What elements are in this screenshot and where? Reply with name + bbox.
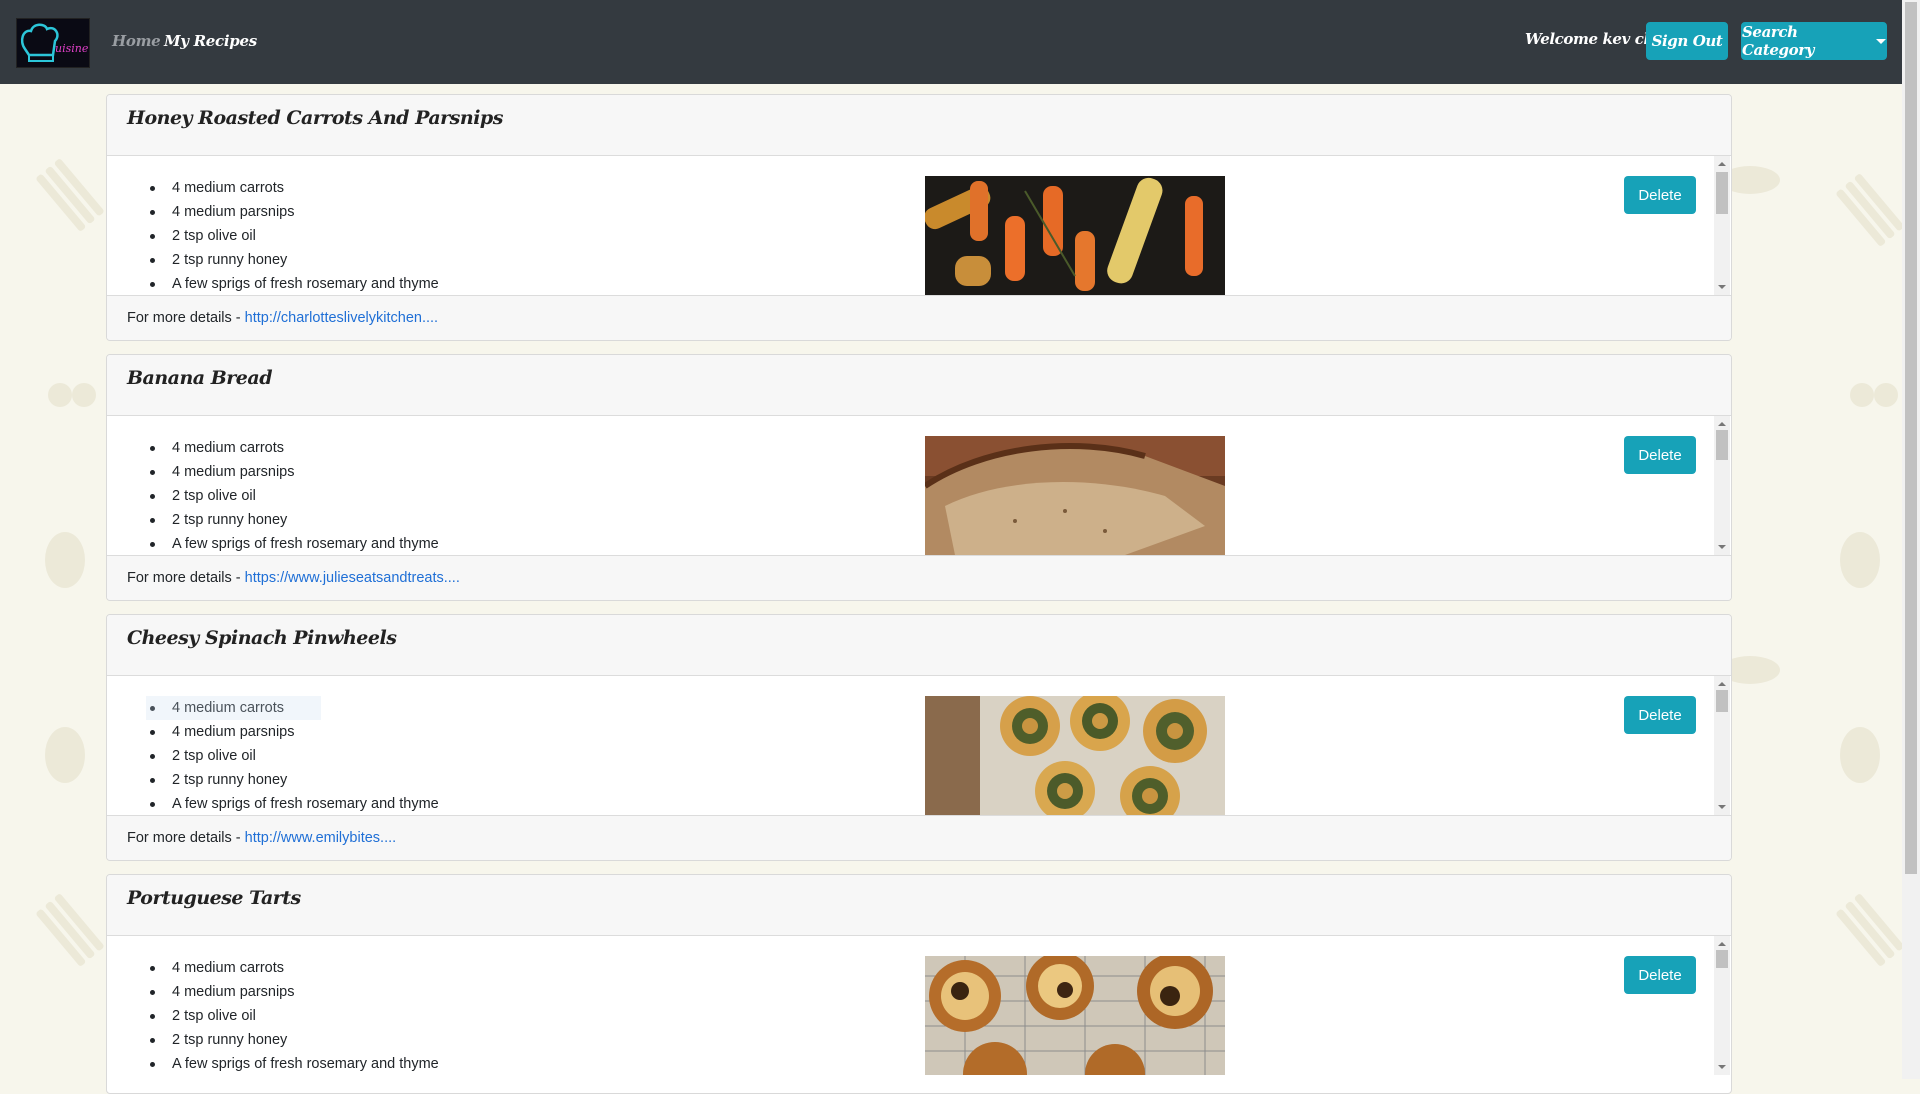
recipe-card-footer: For more details - http://www.emilybites… — [107, 815, 1731, 860]
scroll-down-icon[interactable] — [1718, 1065, 1726, 1069]
page-scroll-thumb[interactable] — [1905, 2, 1917, 874]
details-prefix: For more details - — [127, 830, 245, 846]
recipe-card-header: Banana Bread — [107, 355, 1731, 416]
ingredient-item: 2 tsp olive oil — [150, 484, 439, 508]
recipe-card: Portuguese Tarts 4 medium carrots 4 medi… — [106, 874, 1732, 1094]
recipe-card-body[interactable]: 4 medium carrots 4 medium parsnips 2 tsp… — [107, 156, 1731, 295]
scroll-up-icon[interactable] — [1718, 682, 1726, 686]
recipe-link[interactable]: https://www.julieseatsandtreats.... — [245, 570, 460, 586]
scroll-thumb[interactable] — [1716, 172, 1728, 214]
ingredient-list: 4 medium carrots 4 medium parsnips 2 tsp… — [150, 956, 439, 1075]
card-scrollbar[interactable] — [1714, 416, 1730, 555]
recipe-title: Honey Roasted Carrots And Parsnips — [127, 107, 503, 129]
recipe-title: Banana Bread — [127, 367, 273, 389]
delete-button[interactable]: Delete — [1624, 176, 1696, 214]
scroll-down-icon[interactable] — [1718, 805, 1726, 809]
caret-down-icon — [1876, 38, 1886, 44]
ingredient-list: 4 medium carrots 4 medium parsnips 2 tsp… — [150, 176, 439, 295]
ingredient-item: 2 tsp olive oil — [150, 744, 439, 768]
recipe-link[interactable]: http://www.emilybites.... — [245, 830, 397, 846]
scroll-thumb[interactable] — [1716, 950, 1728, 968]
recipe-card: Cheesy Spinach Pinwheels 4 medium carrot… — [106, 614, 1732, 861]
ingredient-item: 2 tsp olive oil — [150, 224, 439, 248]
ingredient-item: 4 medium parsnips — [150, 460, 439, 484]
recipe-card-header: Portuguese Tarts — [107, 875, 1731, 936]
recipe-card: Honey Roasted Carrots And Parsnips 4 med… — [106, 94, 1732, 341]
recipe-link[interactable]: http://charlotteslivelykitchen.... — [245, 310, 438, 326]
welcome-message: Welcome kev cha — [1525, 30, 1664, 48]
scroll-up-icon[interactable] — [1718, 422, 1726, 426]
ingredient-item: 4 medium carrots — [150, 176, 439, 200]
ingredient-item: 4 medium parsnips — [150, 720, 439, 744]
details-prefix: For more details - — [127, 310, 245, 326]
ingredient-item: 4 medium carrots — [150, 436, 439, 460]
recipe-card-header: Cheesy Spinach Pinwheels — [107, 615, 1731, 676]
details-prefix: For more details - — [127, 570, 245, 586]
ingredient-list: 4 medium carrots 4 medium parsnips 2 tsp… — [150, 436, 439, 555]
delete-button[interactable]: Delete — [1624, 956, 1696, 994]
cuisine-logo[interactable]: uisine — [16, 18, 90, 68]
recipe-title: Cheesy Spinach Pinwheels — [127, 627, 397, 649]
roasted-carrots-image — [925, 176, 1225, 295]
svg-text:uisine: uisine — [55, 42, 89, 55]
scroll-down-icon[interactable] — [1718, 285, 1726, 289]
card-scrollbar[interactable] — [1714, 676, 1730, 815]
scroll-down-icon[interactable] — [1718, 545, 1726, 549]
ingredient-item: A few sprigs of fresh rosemary and thyme — [150, 1052, 439, 1075]
nav-home-link[interactable]: Home — [112, 32, 161, 50]
recipe-card-footer: For more details - https://www.julieseat… — [107, 555, 1731, 600]
recipe-card-body[interactable]: 4 medium carrots 4 medium parsnips 2 tsp… — [107, 936, 1731, 1075]
ingredient-item: A few sprigs of fresh rosemary and thyme — [150, 272, 439, 295]
delete-button[interactable]: Delete — [1624, 436, 1696, 474]
ingredient-item: 2 tsp runny honey — [150, 508, 439, 532]
search-category-dropdown[interactable]: Search Category — [1741, 22, 1887, 60]
recipe-card-body[interactable]: 4 medium carrots 4 medium parsnips 2 tsp… — [107, 416, 1731, 555]
card-scrollbar[interactable] — [1714, 936, 1730, 1075]
ingredient-item: 4 medium carrots — [146, 696, 439, 720]
delete-button[interactable]: Delete — [1624, 696, 1696, 734]
ingredient-item: A few sprigs of fresh rosemary and thyme — [150, 532, 439, 555]
scroll-up-icon[interactable] — [1718, 942, 1726, 946]
scroll-up-icon[interactable] — [1718, 162, 1726, 166]
ingredient-item: 4 medium carrots — [150, 956, 439, 980]
portuguese-tarts-image — [925, 956, 1225, 1075]
search-category-label: Search Category — [1742, 23, 1815, 59]
top-navbar: uisine Home My Recipes Welcome kev cha S… — [0, 0, 1902, 84]
ingredient-item: 2 tsp runny honey — [150, 1028, 439, 1052]
ingredient-item: 2 tsp runny honey — [150, 248, 439, 272]
page-scrollbar[interactable] — [1902, 0, 1920, 1079]
ingredient-item: 2 tsp runny honey — [150, 768, 439, 792]
recipe-title: Portuguese Tarts — [127, 887, 301, 909]
scroll-thumb[interactable] — [1716, 690, 1728, 712]
banana-bread-image — [925, 436, 1225, 555]
recipe-card-body[interactable]: 4 medium carrots 4 medium parsnips 2 tsp… — [107, 676, 1731, 815]
sign-out-button[interactable]: Sign Out — [1646, 22, 1728, 60]
sign-out-label: Sign Out — [1651, 32, 1723, 50]
recipe-card: Banana Bread 4 medium carrots 4 medium p… — [106, 354, 1732, 601]
ingredient-item: 4 medium parsnips — [150, 980, 439, 1004]
nav-my-recipes-link[interactable]: My Recipes — [164, 32, 257, 50]
card-scrollbar[interactable] — [1714, 156, 1730, 295]
ingredient-list: 4 medium carrots 4 medium parsnips 2 tsp… — [146, 696, 439, 815]
ingredient-item: A few sprigs of fresh rosemary and thyme — [150, 792, 439, 815]
spinach-pinwheels-image — [925, 696, 1225, 815]
recipe-card-footer: For more details - http://charlotteslive… — [107, 295, 1731, 340]
scroll-thumb[interactable] — [1716, 430, 1728, 460]
ingredient-item: 2 tsp olive oil — [150, 1004, 439, 1028]
ingredient-item: 4 medium parsnips — [150, 200, 439, 224]
recipe-card-header: Honey Roasted Carrots And Parsnips — [107, 95, 1731, 156]
